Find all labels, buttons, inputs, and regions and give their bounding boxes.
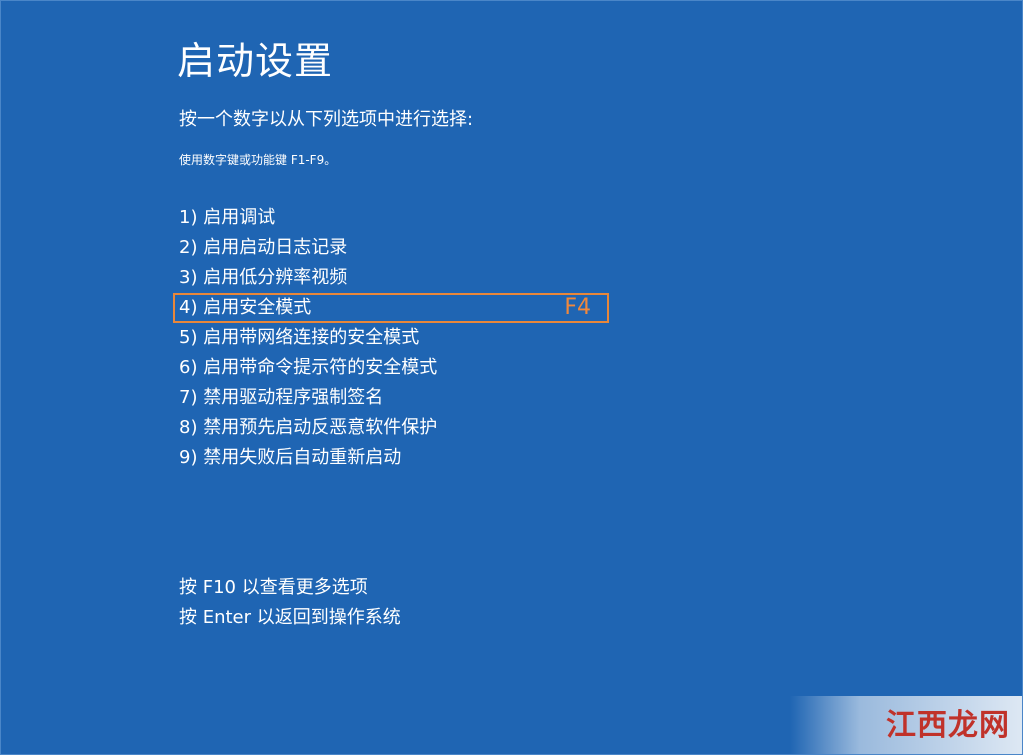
footer-instructions: 按 F10 以查看更多选项 按 Enter 以返回到操作系统 [179,573,401,633]
option-enable-debugging[interactable]: 1) 启用调试 [173,203,613,233]
option-label: 9) 禁用失败后自动重新启动 [179,447,402,468]
option-enable-safe-mode[interactable]: 4) 启用安全模式 F4 [173,293,609,323]
option-label: 4) 启用安全模式 [179,297,312,318]
option-label: 3) 启用低分辨率视频 [179,267,348,288]
watermark-logo-text: 江西龙网 [886,708,1010,743]
option-label: 1) 启用调试 [179,207,276,228]
option-label: 6) 启用带命令提示符的安全模式 [179,357,438,378]
option-label: 2) 启用启动日志记录 [179,237,348,258]
option-disable-early-launch-antimalware[interactable]: 8) 禁用预先启动反恶意软件保护 [173,413,613,443]
more-options-hint[interactable]: 按 F10 以查看更多选项 [179,573,401,603]
option-label: 7) 禁用驱动程序强制签名 [179,387,384,408]
option-enable-low-resolution-video[interactable]: 3) 启用低分辨率视频 [173,263,613,293]
f4-annotation: F4 [564,295,591,320]
instruction-text: 按一个数字以从下列选项中进行选择: [179,109,474,130]
option-label: 5) 启用带网络连接的安全模式 [179,327,420,348]
option-disable-auto-restart-after-failure[interactable]: 9) 禁用失败后自动重新启动 [173,443,613,473]
return-to-os-hint[interactable]: 按 Enter 以返回到操作系统 [179,603,401,633]
watermark: 江西龙网 [790,696,1022,754]
option-safe-mode-with-command-prompt[interactable]: 6) 启用带命令提示符的安全模式 [173,353,613,383]
startup-options-list: 1) 启用调试 2) 启用启动日志记录 3) 启用低分辨率视频 4) 启用安全模… [173,203,613,473]
startup-settings-screen: 启动设置 按一个数字以从下列选项中进行选择: 使用数字键或功能键 F1-F9。 … [0,0,1023,755]
key-hint-text: 使用数字键或功能键 F1-F9。 [179,153,337,167]
page-title: 启动设置 [177,39,334,83]
option-enable-boot-logging[interactable]: 2) 启用启动日志记录 [173,233,613,263]
option-safe-mode-with-networking[interactable]: 5) 启用带网络连接的安全模式 [173,323,613,353]
option-disable-driver-signature-enforcement[interactable]: 7) 禁用驱动程序强制签名 [173,383,613,413]
option-label: 8) 禁用预先启动反恶意软件保护 [179,417,438,438]
